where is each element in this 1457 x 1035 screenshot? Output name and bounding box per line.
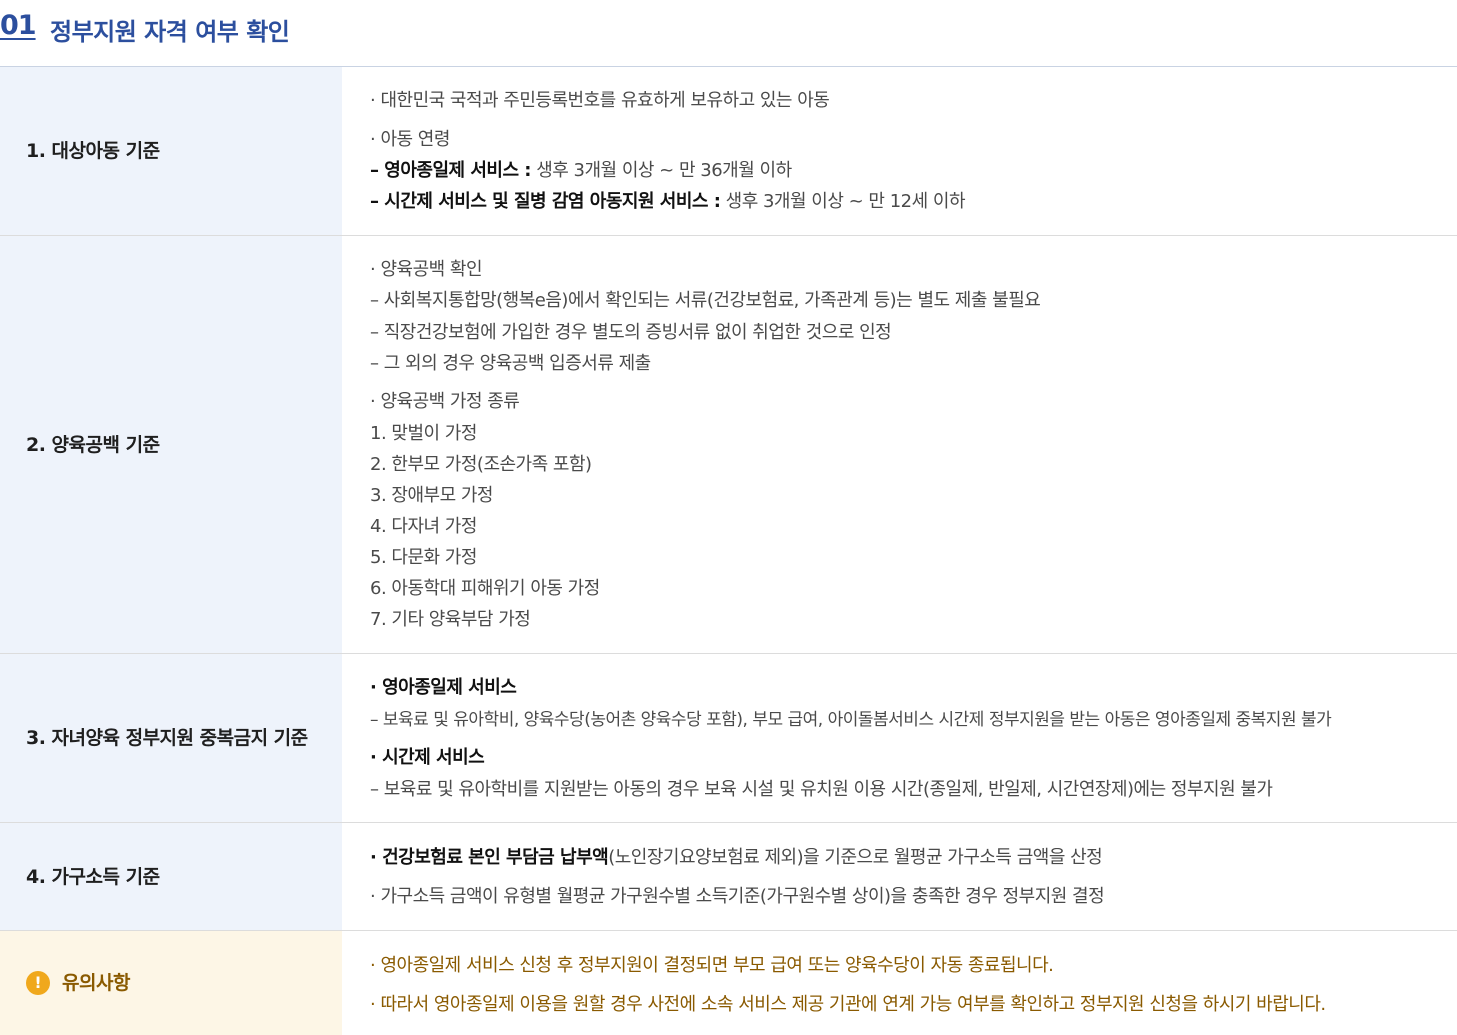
notice-content: · 영아종일제 서비스 신청 후 정부지원이 결정되면 부모 급여 또는 양육수…: [342, 931, 1457, 1035]
content-line: · 시간제 서비스: [370, 747, 485, 768]
content-line: · 양육공백 가정 종류: [370, 391, 520, 412]
content-line: – 직장건강보험에 가입한 경우 별도의 증빙서류 없이 취업한 것으로 인정: [370, 322, 892, 343]
content-line: · 건강보험료 본인 부담금 납부액(노인장기요양보험료 제외)을 기준으로 월…: [370, 847, 1103, 868]
row-heading: 1. 대상아동 기준: [0, 67, 342, 235]
content-line: 2. 한부모 가정(조손가족 포함): [370, 454, 592, 475]
criteria-row-duplicate-support: 3. 자녀양육 정부지원 중복금지 기준 · 영아종일제 서비스 – 보육료 및…: [0, 654, 1457, 823]
row-heading: 4. 가구소득 기준: [0, 823, 342, 930]
content-line: 3. 장애부모 가정: [370, 485, 493, 506]
section-header: 01 정부지원 자격 여부 확인: [0, 0, 1457, 67]
row-content: · 대한민국 국적과 주민등록번호를 유효하게 보유하고 있는 아동 · 아동 …: [342, 67, 1457, 235]
content-line: 7. 기타 양육부담 가정: [370, 609, 531, 630]
warning-icon: !: [26, 971, 50, 995]
content-line: 4. 다자녀 가정: [370, 516, 477, 537]
content-line: · 대한민국 국적과 주민등록번호를 유효하게 보유하고 있는 아동: [370, 90, 830, 111]
section-title: 정부지원 자격 여부 확인: [50, 18, 290, 46]
row-heading: 3. 자녀양육 정부지원 중복금지 기준: [0, 654, 342, 822]
content-line: – 보육료 및 유아학비, 양육수당(농어촌 양육수당 포함), 부모 급여, …: [370, 710, 1332, 730]
notice-line: · 영아종일제 서비스 신청 후 정부지원이 결정되면 부모 급여 또는 양육수…: [370, 955, 1054, 976]
content-line: · 영아종일제 서비스: [370, 677, 517, 698]
content-line: – 사회복지통합망(행복e음)에서 확인되는 서류(건강보험료, 가족관계 등)…: [370, 290, 1041, 311]
notice-line: · 따라서 영아종일제 이용을 원할 경우 사전에 소속 서비스 제공 기관에 …: [370, 994, 1326, 1015]
criteria-row-target-child: 1. 대상아동 기준 · 대한민국 국적과 주민등록번호를 유효하게 보유하고 …: [0, 67, 1457, 236]
criteria-row-parenting-gap: 2. 양육공백 기준 · 양육공백 확인 – 사회복지통합망(행복e음)에서 확…: [0, 236, 1457, 654]
content-line: · 가구소득 금액이 유형별 월평균 가구원수별 소득기준(가구원수별 상이)을…: [370, 886, 1105, 907]
content-line: 6. 아동학대 피해위기 아동 가정: [370, 578, 600, 599]
content-line: – 시간제 서비스 및 질병 감염 아동지원 서비스 : 생후 3개월 이상 ~…: [370, 191, 966, 212]
criteria-row-household-income: 4. 가구소득 기준 · 건강보험료 본인 부담금 납부액(노인장기요양보험료 …: [0, 823, 1457, 931]
content-line: – 보육료 및 유아학비를 지원받는 아동의 경우 보육 시설 및 유치원 이용…: [370, 779, 1273, 800]
content-line: – 영아종일제 서비스 : 생후 3개월 이상 ~ 만 36개월 이하: [370, 160, 792, 181]
row-content: · 건강보험료 본인 부담금 납부액(노인장기요양보험료 제외)을 기준으로 월…: [342, 823, 1457, 930]
content-line: · 아동 연령: [370, 129, 450, 150]
row-content: · 영아종일제 서비스 – 보육료 및 유아학비, 양육수당(농어촌 양육수당 …: [342, 654, 1457, 822]
content-line: 1. 맞벌이 가정: [370, 423, 477, 444]
notice-heading: ! 유의사항: [0, 931, 342, 1035]
row-heading: 2. 양육공백 기준: [0, 236, 342, 653]
row-content: · 양육공백 확인 – 사회복지통합망(행복e음)에서 확인되는 서류(건강보험…: [342, 236, 1457, 653]
section-number: 01: [0, 10, 37, 41]
content-line: – 그 외의 경우 양육공백 입증서류 제출: [370, 353, 651, 374]
notice-title: 유의사항: [62, 972, 130, 994]
notice-row: ! 유의사항 · 영아종일제 서비스 신청 후 정부지원이 결정되면 부모 급여…: [0, 931, 1457, 1035]
content-line: · 양육공백 확인: [370, 259, 483, 280]
content-line: 5. 다문화 가정: [370, 547, 477, 568]
